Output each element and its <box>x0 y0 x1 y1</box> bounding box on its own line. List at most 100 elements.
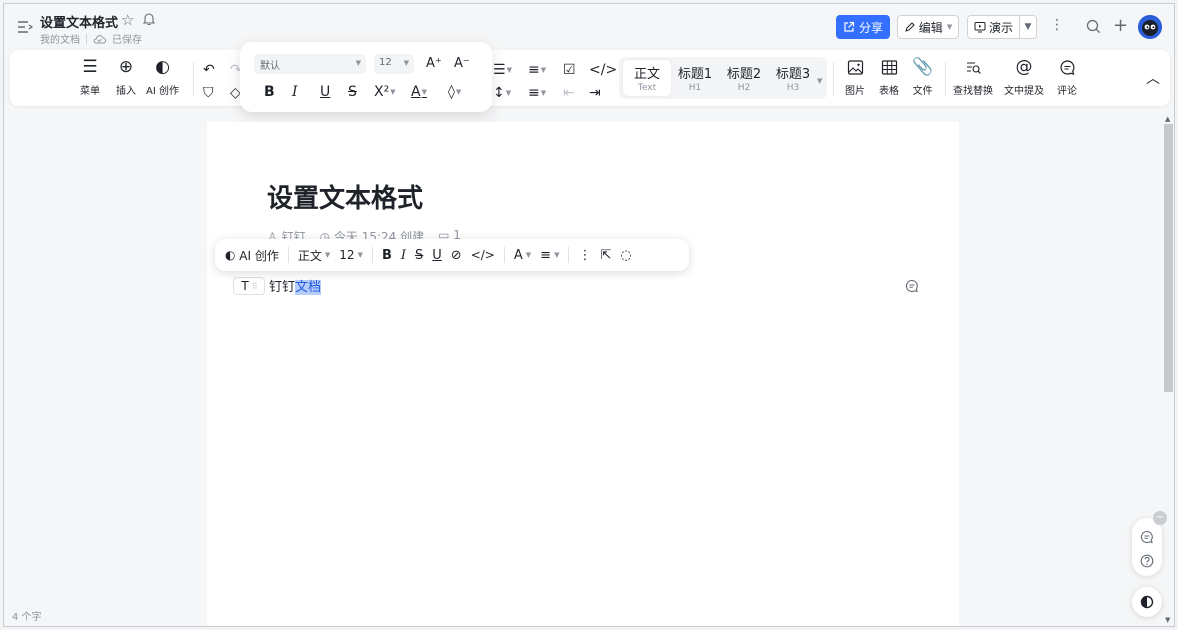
align-icon[interactable]: ≡▼ <box>540 248 559 263</box>
superscript-icon[interactable]: X²▼ <box>374 84 396 100</box>
numbered-list-icon[interactable]: ≡▼ <box>528 62 546 78</box>
present-dropdown-icon[interactable]: ▼ <box>1020 22 1036 32</box>
align-icon[interactable]: ≡▼ <box>528 85 546 101</box>
ai-create-button[interactable]: ◐ AI 创作 <box>146 57 179 97</box>
mention-button[interactable]: @ 文中提及 <box>1004 57 1044 97</box>
divider <box>371 247 373 263</box>
find-replace-label: 查找替换 <box>953 86 993 97</box>
scroll-thumb[interactable] <box>1164 124 1173 392</box>
doc-title[interactable]: 设置文本格式 <box>40 12 118 31</box>
insert-button[interactable]: ⊕ 插入 <box>116 57 136 97</box>
style-h3-sub: H3 <box>786 83 800 93</box>
vertical-scrollbar[interactable]: ▲ ▼ <box>1162 112 1174 626</box>
page-title[interactable]: 设置文本格式 <box>267 178 423 215</box>
styles-more-icon[interactable]: ▼ <box>817 77 822 85</box>
insert-file-button[interactable]: 📎 文件 <box>912 57 933 97</box>
menu-icon: ☰ <box>82 57 98 77</box>
font-color-icon[interactable]: A▼ <box>514 248 531 263</box>
search-icon[interactable] <box>1086 19 1101 34</box>
highlight-icon[interactable]: ◊▼ <box>448 84 461 100</box>
indent-icon[interactable]: ⇥ <box>589 85 601 101</box>
font-color-icon[interactable]: A▼ <box>411 84 427 100</box>
checkbox-list-icon[interactable]: ☑ <box>563 62 576 78</box>
divider <box>193 62 194 96</box>
bold-icon[interactable]: B <box>382 248 392 263</box>
mention-label: 文中提及 <box>1004 86 1044 97</box>
insert-table-button[interactable]: 表格 <box>879 57 899 97</box>
divider <box>503 247 505 263</box>
plus-icon[interactable]: + <box>1113 17 1128 35</box>
header: 设置文本格式 ☆ 我的文档 已保存 分享 编辑 ▼ 演示 ▼ ⋮ + <box>4 4 1174 50</box>
font-family-select[interactable]: 默认 ▼ <box>254 54 366 74</box>
ai-assistant-button[interactable] <box>1132 587 1162 617</box>
comment-icon[interactable]: ◌ <box>620 248 631 263</box>
style-h3[interactable]: 标题3 H3 <box>769 60 817 96</box>
code-icon[interactable]: </> <box>589 62 617 78</box>
decrease-font-icon[interactable]: A⁻ <box>454 56 470 72</box>
comment-button[interactable]: 评论 <box>1057 57 1077 97</box>
share-icon <box>844 21 855 32</box>
font-size-select[interactable]: 12 ▼ <box>374 54 414 74</box>
italic-icon[interactable]: I <box>292 84 298 100</box>
style-h2[interactable]: 标题2 H2 <box>720 60 768 96</box>
share-out-icon[interactable]: ⇱ <box>600 248 611 263</box>
present-button[interactable]: 演示 ▼ <box>967 15 1037 39</box>
add-comment-icon[interactable] <box>905 279 919 293</box>
line-spacing-icon[interactable]: ↕▼ <box>493 85 511 101</box>
insert-image-button[interactable]: 图片 <box>845 57 865 97</box>
style-h1-sub: H1 <box>688 83 702 93</box>
paragraph[interactable]: 钉钉文档 <box>269 276 322 295</box>
outdent-icon[interactable]: ⇤ <box>563 85 575 101</box>
present-main[interactable]: 演示 <box>968 16 1020 38</box>
bold-icon[interactable]: B <box>264 84 275 100</box>
strikethrough-icon[interactable]: S <box>415 248 423 263</box>
bullet-list-icon[interactable]: ☰▼ <box>493 62 512 78</box>
avatar[interactable] <box>1138 15 1162 39</box>
style-text[interactable]: 正文 Text <box>623 60 671 96</box>
divider <box>287 247 289 263</box>
edit-label: 编辑 <box>918 20 943 35</box>
underline-icon[interactable]: U <box>320 84 330 100</box>
undo-icon[interactable]: ↶ <box>203 62 215 78</box>
style-h1[interactable]: 标题1 H1 <box>671 60 719 96</box>
bubble-ai-button[interactable]: ◐ AI 创作 <box>225 247 279 264</box>
menu-button[interactable]: ☰ 菜单 <box>80 57 100 97</box>
find-replace-icon <box>966 62 981 74</box>
chevron-up-icon[interactable]: ︿ <box>1146 68 1160 88</box>
find-replace-button[interactable]: 查找替换 <box>953 57 993 97</box>
increase-font-icon[interactable]: A⁺ <box>426 56 442 72</box>
italic-icon[interactable]: I <box>401 248 406 263</box>
bubble-style-select[interactable]: 正文 ▼ <box>298 247 330 264</box>
divider <box>86 33 87 44</box>
underline-icon[interactable]: U <box>432 248 442 263</box>
document-canvas[interactable]: 设置文本格式 ♙ 钉钉 ◷ 今天 15:24 创建 ▭ 1 T ⠿ 钉钉文档 <box>207 122 959 626</box>
drag-handle-icon[interactable]: ⠿ <box>252 282 258 291</box>
close-helpers-icon[interactable]: − <box>1153 511 1167 525</box>
text-block-icon: T <box>241 279 249 293</box>
more-vertical-icon[interactable]: ⋮ <box>578 248 591 263</box>
strikethrough-icon[interactable]: S <box>348 84 357 100</box>
edit-mode-button[interactable]: 编辑 ▼ <box>897 15 959 39</box>
block-handle[interactable]: T ⠿ <box>233 277 265 295</box>
scroll-down-icon[interactable]: ▼ <box>1165 616 1170 624</box>
link-icon[interactable]: ⊘ <box>451 248 462 263</box>
sidebar-toggle-icon[interactable] <box>17 20 33 34</box>
bubble-size-select[interactable]: 12 ▼ <box>339 248 363 262</box>
bubble-style-value: 正文 <box>297 248 322 263</box>
code-icon[interactable]: </> <box>471 248 495 262</box>
star-icon[interactable]: ☆ <box>121 11 134 29</box>
paragraph-styles: 正文 Text 标题1 H1 标题2 H2 标题3 H3 ▼ <box>619 57 827 99</box>
table-label: 表格 <box>879 86 899 97</box>
share-button[interactable]: 分享 <box>836 15 890 39</box>
format-painter-icon[interactable]: ⛉ <box>203 85 214 101</box>
breadcrumb[interactable]: 我的文档 <box>40 31 80 46</box>
divider <box>568 247 570 263</box>
ai-icon: ◐ <box>155 57 170 77</box>
bubble-size-value: 12 <box>339 248 355 262</box>
help-icon[interactable] <box>1140 554 1154 568</box>
bell-icon[interactable] <box>142 12 156 26</box>
comment-icon[interactable] <box>1140 530 1154 544</box>
scroll-up-icon[interactable]: ▲ <box>1165 115 1170 123</box>
selection-toolbar: ◐ AI 创作 正文 ▼ 12 ▼ B I S U ⊘ </> A ▼ ≡ ▼ ⋮ ⇱ … <box>215 239 689 271</box>
more-vertical-icon[interactable]: ⋮ <box>1050 17 1064 33</box>
